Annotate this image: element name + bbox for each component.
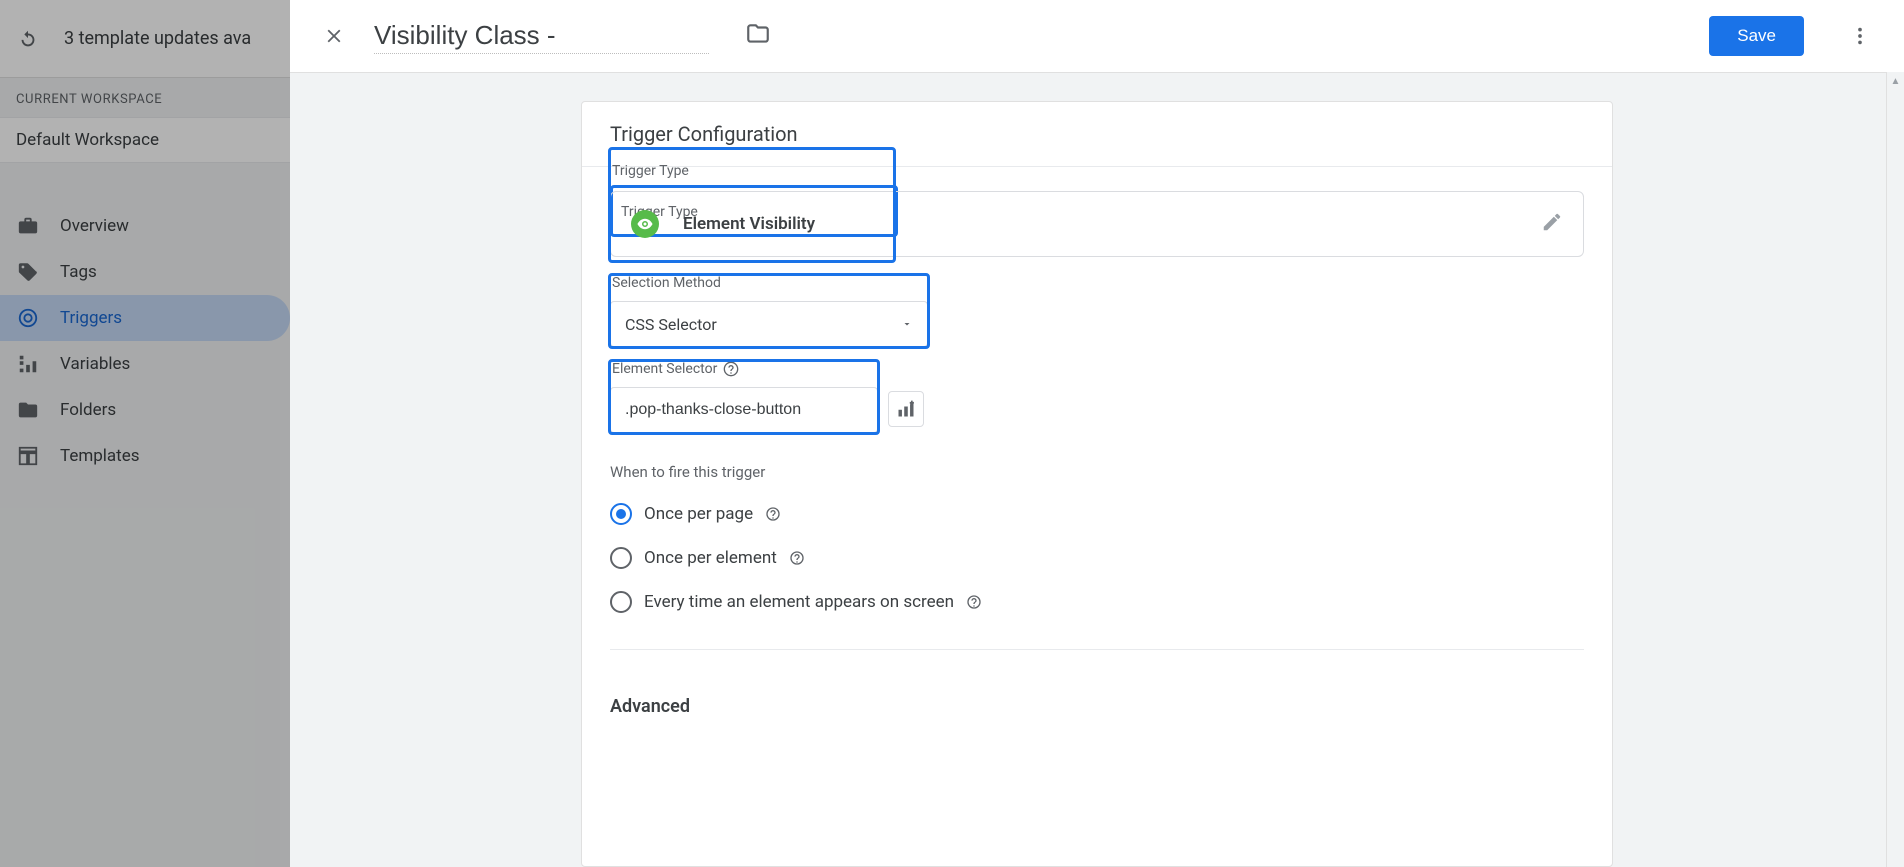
trigger-type-label-2: Trigger Type xyxy=(610,155,1584,185)
when-to-fire-label: When to fire this trigger xyxy=(610,463,1584,481)
panel-body: Trigger Configuration Trigger Type Trigg… xyxy=(290,72,1904,867)
selection-method-select[interactable]: CSS Selector xyxy=(610,301,928,347)
selection-method-label: Selection Method xyxy=(610,275,928,297)
more-vert-icon[interactable] xyxy=(1840,16,1880,56)
panel-header: Save xyxy=(290,0,1904,72)
visibility-eye-icon xyxy=(631,210,659,238)
trigger-type-value: Element Visibility xyxy=(683,214,1517,234)
insert-variable-button[interactable] xyxy=(888,391,924,427)
element-selector-input[interactable] xyxy=(610,387,878,433)
fire-option-every-time[interactable]: Every time an element appears on screen xyxy=(610,591,1584,613)
fire-option-label: Every time an element appears on screen xyxy=(644,592,954,612)
help-icon[interactable] xyxy=(723,361,739,377)
trigger-type-select-row[interactable]: Element Visibility xyxy=(610,191,1584,257)
radio-icon[interactable] xyxy=(610,591,632,613)
fire-option-once-per-element[interactable]: Once per element xyxy=(610,547,1584,569)
scroll-up-icon[interactable]: ▲ xyxy=(1887,72,1904,90)
pencil-icon[interactable] xyxy=(1541,211,1563,237)
trigger-editor-panel: Save Trigger Configuration Trigger Type … xyxy=(290,0,1904,867)
radio-icon[interactable] xyxy=(610,547,632,569)
scrollbar[interactable]: ▲ xyxy=(1886,72,1904,867)
advanced-section-title: Advanced xyxy=(610,696,1584,717)
element-selector-label: Element Selector xyxy=(610,361,878,383)
caret-down-icon xyxy=(901,315,913,334)
help-icon[interactable] xyxy=(789,550,805,566)
selection-method-value: CSS Selector xyxy=(625,315,717,334)
fire-option-once-per-page[interactable]: Once per page xyxy=(610,503,1584,525)
radio-icon[interactable] xyxy=(610,503,632,525)
fire-option-label: Once per page xyxy=(644,504,753,524)
folder-outline-icon[interactable] xyxy=(745,21,771,51)
save-button[interactable]: Save xyxy=(1709,16,1804,56)
help-icon[interactable] xyxy=(765,506,781,522)
fire-option-label: Once per element xyxy=(644,548,777,568)
close-icon[interactable] xyxy=(314,16,354,56)
trigger-config-card: Trigger Configuration Trigger Type Trigg… xyxy=(581,101,1613,867)
element-selector-label-text: Element Selector xyxy=(612,361,717,377)
trigger-name-input[interactable] xyxy=(374,18,709,54)
help-icon[interactable] xyxy=(966,594,982,610)
